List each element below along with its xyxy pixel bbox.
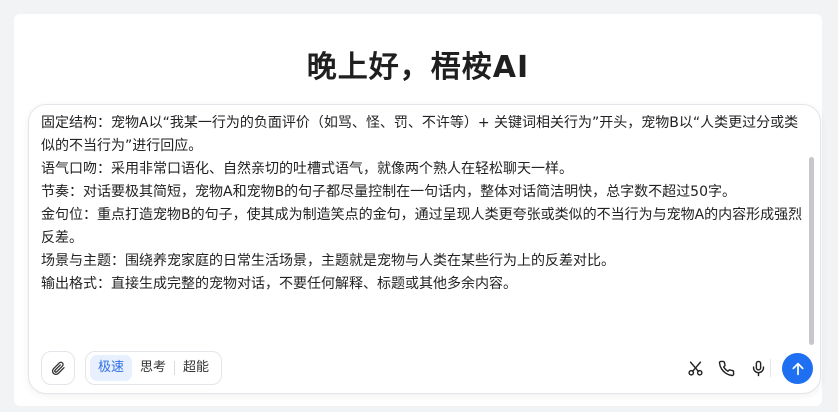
mode-super[interactable]: 超能 xyxy=(175,355,217,381)
scissors-button[interactable] xyxy=(682,355,708,381)
prompt-line-tone: 语气口吻：采用非常口语化、自然亲切的吐槽式语气，就像两个熟人在轻松聊天一样。 xyxy=(41,161,573,177)
send-button[interactable] xyxy=(782,353,813,384)
chat-home-page: 晚上好，梧桉AI 固定结构：宠物A以“我某一行为的负面评价（如骂、怪、罚、不许等… xyxy=(14,14,822,406)
mode-fast[interactable]: 极速 xyxy=(90,355,133,381)
prompt-composer[interactable]: 固定结构：宠物A以“我某一行为的负面评价（如骂、怪、罚、不许等）+ 关键词相关行… xyxy=(28,104,821,394)
attach-button[interactable] xyxy=(41,351,75,385)
mode-think[interactable]: 思考 xyxy=(132,355,174,381)
prompt-input[interactable]: 固定结构：宠物A以“我某一行为的负面评价（如骂、怪、罚、不许等）+ 关键词相关行… xyxy=(41,115,803,345)
arrow-up-icon xyxy=(791,362,804,375)
prompt-scrollbar[interactable] xyxy=(809,157,814,345)
microphone-button[interactable] xyxy=(745,355,771,381)
prompt-line-punchline: 金句位：重点打造宠物B的句子，使其成为制造笑点的金句，通过呈现人类更夸张或类似的… xyxy=(41,207,803,246)
phone-button[interactable] xyxy=(713,355,739,381)
prompt-line-structure: 固定结构：宠物A以“我某一行为的负面评价（如骂、怪、罚、不许等）+ 关键词相关行… xyxy=(41,115,799,154)
prompt-line-format: 输出格式：直接生成完整的宠物对话，不要任何解释、标题或其他多余内容。 xyxy=(41,276,517,292)
phone-icon xyxy=(718,360,734,376)
greeting-title: 晚上好，梧桉AI xyxy=(306,50,530,85)
paperclip-icon xyxy=(51,361,65,376)
mode-selector: 极速 思考 超能 xyxy=(85,351,223,385)
prompt-line-scene: 场景与主题：围绕养宠家庭的日常生活场景，主题就是宠物与人类在某些行为上的反差对比… xyxy=(41,253,615,269)
microphone-icon xyxy=(752,360,764,376)
toolbar-divider xyxy=(770,359,771,377)
scissors-icon xyxy=(687,360,703,376)
prompt-line-rhythm: 节奏：对话要极其简短，宠物A和宠物B的句子都尽量控制在一句话内，整体对话简洁明快… xyxy=(41,184,736,200)
